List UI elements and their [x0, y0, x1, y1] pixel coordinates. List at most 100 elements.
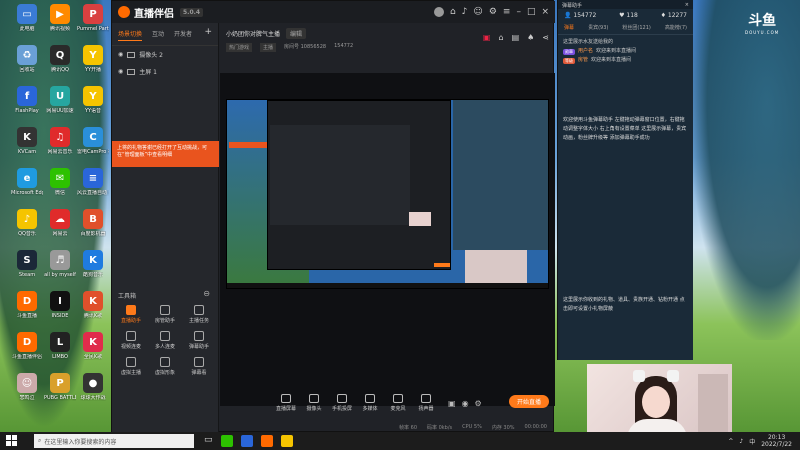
taskbar-search[interactable]: ⌕ 在这里输入你要搜索的内容 — [34, 434, 194, 448]
user-avatar[interactable] — [433, 7, 444, 17]
chat-tab[interactable]: 高能榜(7) — [665, 24, 687, 31]
desktop-icon[interactable]: Y YY语音 — [78, 86, 108, 127]
fullscreen-icon[interactable]: ▣ — [448, 399, 456, 408]
desktop-icon[interactable]: ☺ 悲鸣泣 — [12, 373, 42, 414]
menu-icon[interactable]: ≡ — [503, 7, 511, 17]
tool-icon — [126, 357, 136, 367]
desktop-icon[interactable]: ● 球球大作战 — [78, 373, 108, 414]
room-tag[interactable]: 主播 — [260, 43, 277, 52]
chat-username[interactable]: 用户名 — [578, 47, 593, 56]
system-tray: ^ ♪ 中 20:13 2022/7/22 — [728, 434, 800, 448]
desktop-icon[interactable]: I INSIDE — [45, 291, 75, 332]
preview-eye-icon[interactable]: ◉ — [462, 399, 469, 408]
desktop-icon[interactable]: ♬ all by myself — [44, 250, 76, 291]
desktop-icon[interactable]: ≡ 风云直播自动 大师 — [77, 168, 109, 209]
source-control-button[interactable]: 麦克风 — [384, 394, 412, 412]
volume-icon[interactable]: ♪ — [739, 438, 743, 445]
input-language[interactable]: 中 — [749, 437, 755, 446]
source-control-button[interactable]: 直播屏幕 — [272, 394, 300, 412]
add-scene-icon[interactable]: + — [204, 28, 212, 41]
notify-icon[interactable]: ♠ — [527, 33, 534, 42]
desktop-icon[interactable]: ♪ QQ音乐 — [12, 209, 42, 250]
start-live-button[interactable]: 开始直播 — [509, 395, 549, 408]
desktop-icon[interactable]: K 酷狗音乐 — [78, 250, 108, 291]
tool-item[interactable]: 直播助手 — [114, 305, 148, 331]
gift-icon[interactable]: ⌂ — [450, 7, 456, 17]
desktop-icon[interactable]: P Pummel Party — [77, 4, 109, 45]
chat-tab[interactable]: 贵宾(93) — [588, 24, 608, 31]
desktop-icon-label: 腾讯视频 — [49, 26, 70, 32]
tab-developer[interactable]: 开发者 — [174, 29, 192, 41]
desktop-icon[interactable]: f FlashPlay — [12, 86, 42, 127]
desktop-icon[interactable]: S Steam — [12, 250, 42, 291]
desktop-icon-label: Steam — [18, 272, 36, 278]
notice-banner[interactable]: 上将的礼物答谢已经打开了互动挑战，可在“管理面板”中查看明细 — [112, 141, 219, 167]
scene-item-screen[interactable]: ◉ 主屏 1 — [112, 63, 218, 80]
app-icon[interactable] — [280, 435, 293, 447]
record-icon[interactable]: ▣ — [483, 33, 491, 42]
desktop-icon[interactable]: L LIMBO — [45, 332, 75, 373]
bell-icon[interactable]: ♪ — [462, 7, 468, 17]
desktop-icon[interactable]: D 斗鱼直播 — [12, 291, 42, 332]
source-control-button[interactable]: 摄像头 — [300, 394, 328, 412]
clock[interactable]: 20:13 2022/7/22 — [761, 434, 792, 448]
chat-tab[interactable]: 弹幕 — [564, 24, 574, 31]
desktop-icon[interactable]: ✉ 微信 — [45, 168, 75, 209]
desktop-icon[interactable]: ♫ 网易云音乐 — [45, 127, 75, 168]
scene-item-camera[interactable]: ◉ 摄像头 2 — [112, 46, 218, 63]
tray-up-icon[interactable]: ^ — [728, 438, 733, 445]
tool-item[interactable]: 虚拟形象 — [148, 357, 182, 383]
source-control-button[interactable]: 多媒体 — [356, 394, 384, 412]
chat-tab[interactable]: 粉丝团(121) — [622, 24, 650, 31]
edit-room-button[interactable]: 编辑 — [286, 28, 307, 39]
tab-scenes[interactable]: 场景切换 — [118, 29, 143, 41]
clock-date: 2022/7/22 — [761, 441, 792, 448]
room-tag[interactable]: 热门游戏 — [226, 43, 253, 52]
desktop-icon[interactable]: U 网易UU加速 — [45, 86, 75, 127]
tool-item[interactable]: 虚拟主播 — [114, 357, 148, 383]
desktop-icon[interactable]: D 斗鱼直播伴侣 — [12, 332, 42, 373]
desktop-icon[interactable]: K 腾讯K歌 — [78, 291, 108, 332]
clip-icon[interactable]: ▤ — [512, 33, 520, 42]
minimize-icon[interactable]: – — [516, 7, 521, 17]
tool-item[interactable]: 弹幕看 — [182, 357, 216, 383]
desktop-icon[interactable]: ▭ 此电脑 — [12, 4, 42, 45]
eye-icon[interactable]: ◉ — [118, 51, 123, 58]
desktop-icon[interactable]: C 雷电CamPro 机器 — [77, 127, 109, 168]
tool-item[interactable]: 弹幕助手 — [182, 331, 216, 357]
skin-icon[interactable]: ☺ — [473, 7, 482, 17]
desktop-icon[interactable]: ▶ 腾讯视频 — [45, 4, 75, 45]
source-control-button[interactable]: 手机投屏 — [328, 394, 356, 412]
eye-icon[interactable]: ◉ — [118, 68, 123, 75]
app-icon[interactable] — [240, 435, 253, 447]
douyu-taskbar-icon[interactable] — [260, 435, 273, 447]
wechat-icon[interactable] — [220, 435, 233, 447]
desktop-icon[interactable]: Q 腾讯QQ — [45, 45, 75, 86]
desktop-icon[interactable]: ☁ 网易云 — [45, 209, 75, 250]
share-icon[interactable]: ⋖ — [542, 33, 549, 42]
toolbox-collapse-icon[interactable]: ⊖ — [203, 289, 210, 298]
scene-sidebar: 场景切换 互动 开发者 + ◉ 摄像头 2 ◉ 主屏 1 上将的礼物答谢已经打开… — [112, 23, 219, 433]
tab-interact[interactable]: 互动 — [152, 29, 164, 41]
tool-item[interactable]: 房管助手 — [148, 305, 182, 331]
close-icon[interactable]: × — [685, 2, 689, 8]
tool-item[interactable]: 主播任务 — [182, 305, 216, 331]
desktop-icon[interactable]: e Microsoft Edge — [11, 168, 43, 209]
settings-icon[interactable]: ⚙ — [489, 7, 497, 17]
preview-settings-icon[interactable]: ⚙ — [475, 399, 482, 408]
desktop-icon[interactable]: K 全民K歌 — [78, 332, 108, 373]
windows-start-icon[interactable] — [6, 435, 22, 447]
close-icon[interactable]: × — [541, 7, 549, 17]
tool-item[interactable]: 多人连麦 — [148, 331, 182, 357]
desktop-icon[interactable]: ♻ 回收站 — [12, 45, 42, 86]
desktop-icon[interactable]: Y YY开播 — [78, 45, 108, 86]
desktop-icon[interactable]: B 百度影机器 — [78, 209, 108, 250]
task-view-icon[interactable]: ▭ — [204, 435, 213, 447]
chat-username[interactable]: 房管 — [578, 56, 588, 65]
desktop-icon[interactable]: K KVCam — [12, 127, 42, 168]
lock-icon[interactable]: ⌂ — [498, 33, 503, 42]
tool-item[interactable]: 视频连麦 — [114, 331, 148, 357]
source-control-button[interactable]: 扬声器 — [412, 394, 440, 412]
desktop-icon[interactable]: P PUBG BATTLEGR — [44, 373, 76, 414]
maximize-icon[interactable]: □ — [527, 7, 536, 17]
